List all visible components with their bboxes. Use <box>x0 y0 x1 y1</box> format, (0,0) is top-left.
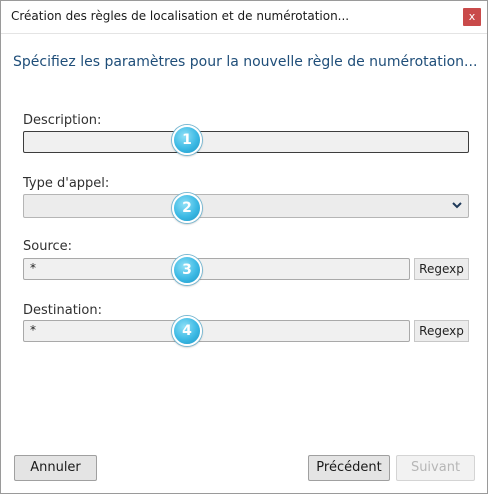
close-button[interactable]: x <box>463 8 481 26</box>
callout-badge-2: 2 <box>172 193 202 223</box>
call-type-label: Type d'appel: <box>23 176 110 191</box>
callout-badge-3: 3 <box>172 255 202 285</box>
destination-input[interactable]: * <box>23 320 410 342</box>
description-input[interactable] <box>23 131 469 153</box>
dialog-window: Création des règles de localisation et d… <box>0 0 488 494</box>
cancel-button[interactable]: Annuler <box>14 455 97 481</box>
chevron-down-icon <box>452 202 462 209</box>
call-type-select[interactable] <box>23 194 469 218</box>
source-label: Source: <box>23 239 73 254</box>
destination-regexp-button[interactable]: Regexp <box>414 320 469 342</box>
window-title: Création des règles de localisation et d… <box>11 9 350 23</box>
description-label: Description: <box>23 113 102 128</box>
callout-badge-1: 1 <box>172 125 202 155</box>
next-button[interactable]: Suivant <box>396 455 475 481</box>
source-input[interactable]: * <box>23 258 410 280</box>
previous-button[interactable]: Précédent <box>308 455 390 481</box>
page-heading: Spécifiez les paramètres pour la nouvell… <box>13 54 478 70</box>
source-regexp-button[interactable]: Regexp <box>414 258 469 280</box>
title-bar: Création des règles de localisation et d… <box>1 1 487 34</box>
callout-badge-4: 4 <box>172 316 202 346</box>
destination-label: Destination: <box>23 303 102 318</box>
